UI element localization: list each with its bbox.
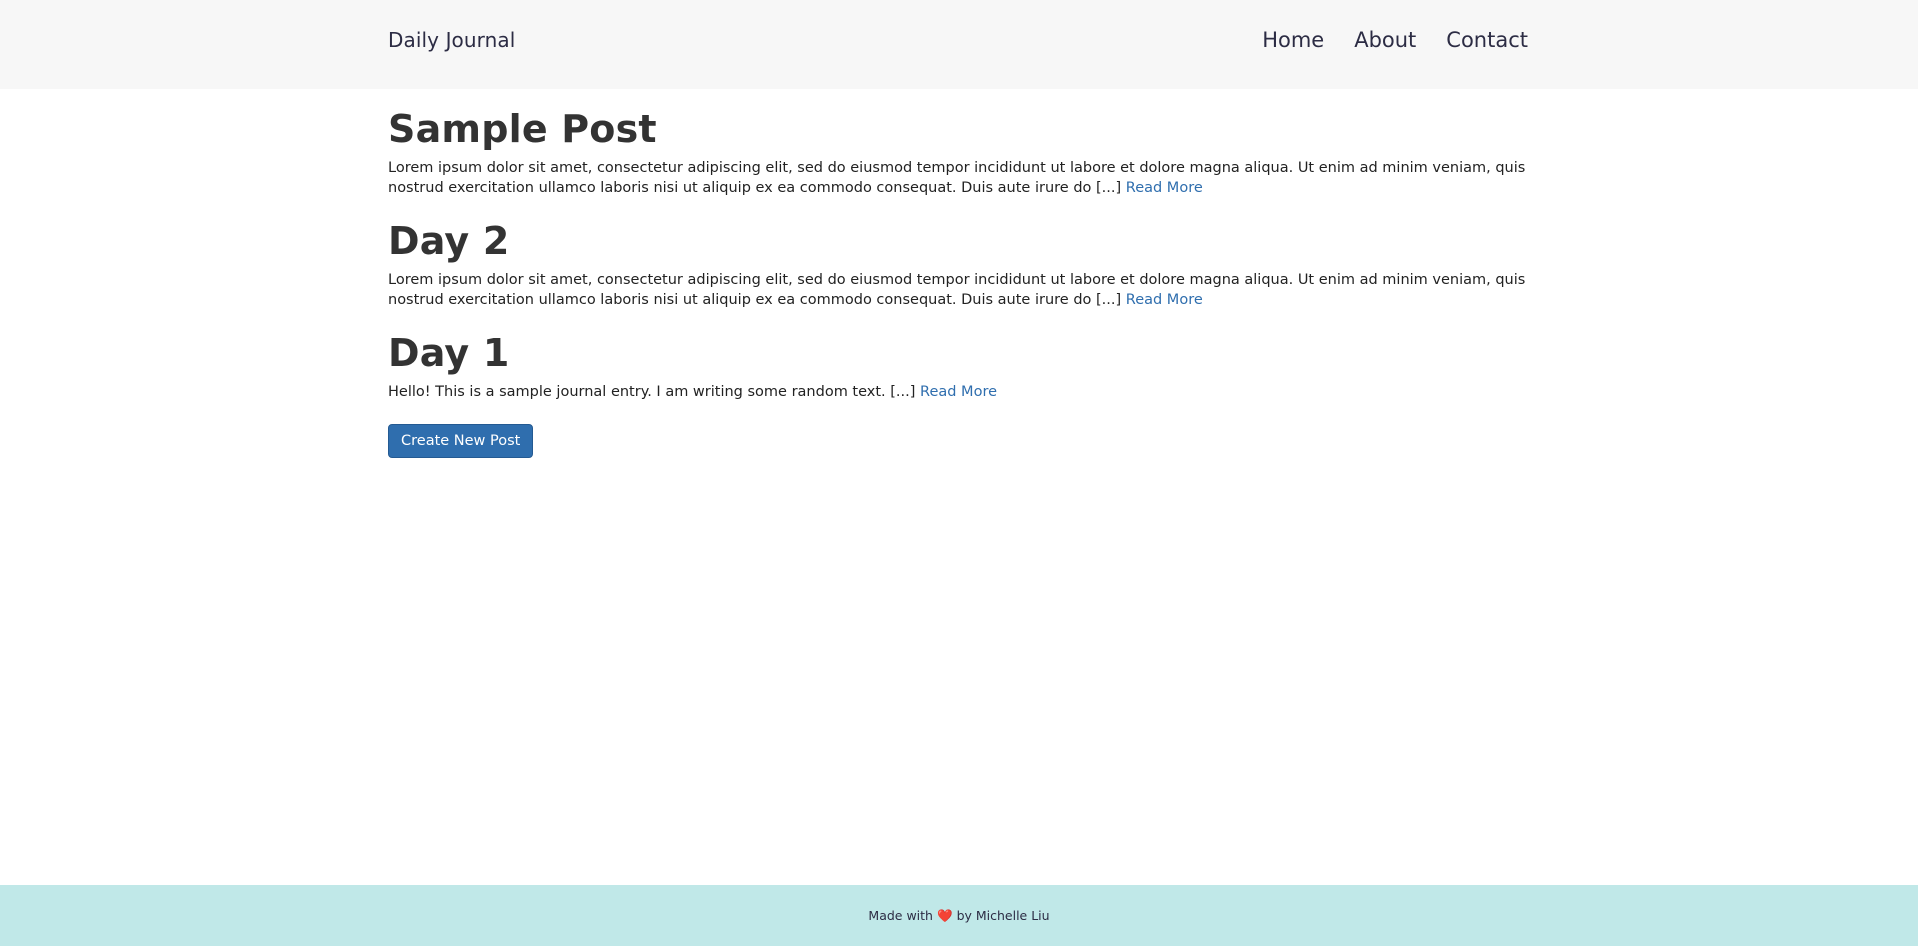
create-new-post-button[interactable]: Create New Post bbox=[388, 424, 534, 458]
nav-links: Home About Contact bbox=[1262, 28, 1528, 52]
read-more-link[interactable]: Read More bbox=[920, 384, 997, 400]
heart-icon: ❤️ bbox=[936, 907, 953, 923]
post-title: Day 1 bbox=[388, 331, 510, 375]
post-list: Sample Post Lorem ipsum dolor sit amet, … bbox=[388, 100, 1528, 458]
post-title: Sample Post bbox=[388, 107, 657, 151]
nav-link-home[interactable]: Home bbox=[1262, 28, 1324, 52]
footer: Made with ❤️ by Michelle Liu bbox=[0, 885, 1918, 946]
post-item: Sample Post Lorem ipsum dolor sit amet, … bbox=[388, 100, 1528, 198]
post-excerpt: Hello! This is a sample journal entry. I… bbox=[388, 382, 1528, 402]
post-title: Day 2 bbox=[388, 219, 510, 263]
navbar-inner: Daily Journal Home About Contact bbox=[388, 0, 1528, 80]
post-excerpt-text: Lorem ipsum dolor sit amet, consectetur … bbox=[388, 160, 1526, 196]
post-item: Day 2 Lorem ipsum dolor sit amet, consec… bbox=[388, 212, 1528, 310]
post-excerpt: Lorem ipsum dolor sit amet, consectetur … bbox=[388, 158, 1528, 198]
post-excerpt-text: Lorem ipsum dolor sit amet, consectetur … bbox=[388, 272, 1526, 308]
nav-link-about[interactable]: About bbox=[1354, 28, 1416, 52]
footer-credit: by Michelle Liu bbox=[956, 908, 1050, 923]
post-excerpt-text: Hello! This is a sample journal entry. I… bbox=[388, 384, 916, 400]
post-excerpt: Lorem ipsum dolor sit amet, consectetur … bbox=[388, 270, 1528, 310]
read-more-link[interactable]: Read More bbox=[1126, 292, 1203, 308]
nav-link-contact[interactable]: Contact bbox=[1446, 28, 1528, 52]
navbar: Daily Journal Home About Contact bbox=[0, 0, 1918, 89]
brand-link[interactable]: Daily Journal bbox=[388, 28, 515, 52]
post-item: Day 1 Hello! This is a sample journal en… bbox=[388, 324, 1528, 402]
footer-prefix: Made with bbox=[868, 908, 933, 923]
read-more-link[interactable]: Read More bbox=[1126, 180, 1203, 196]
